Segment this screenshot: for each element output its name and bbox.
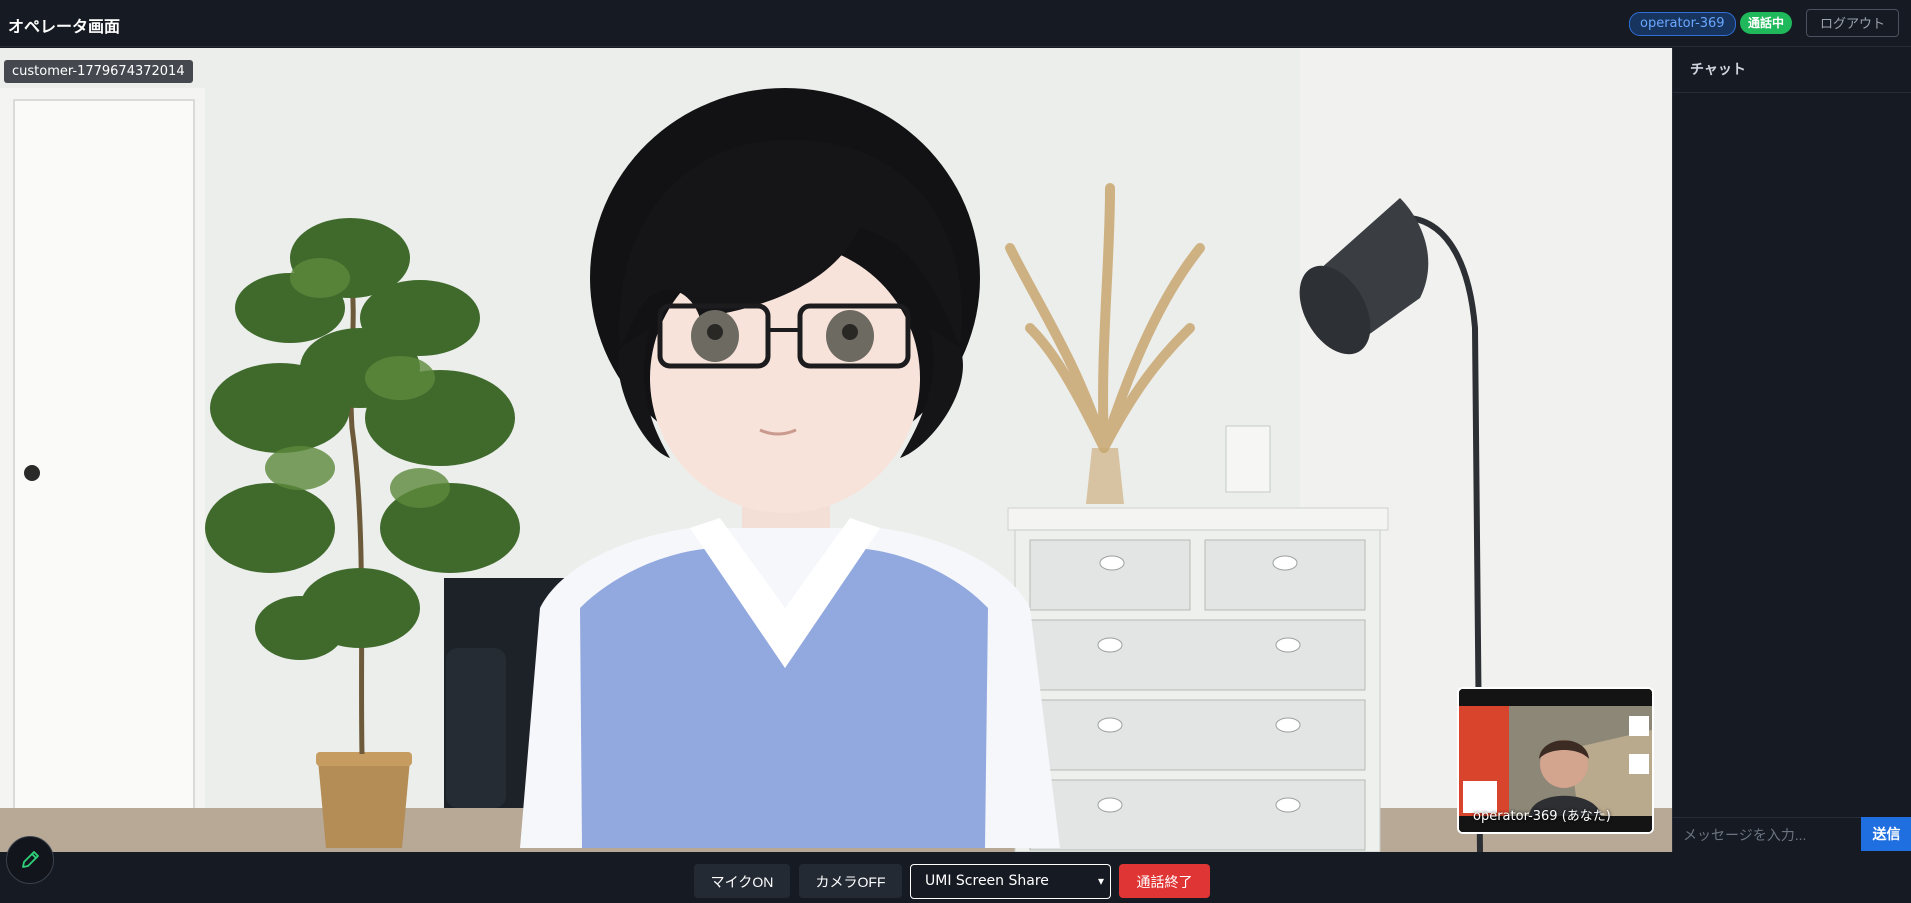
chat-panel: チャット 送信 — [1672, 48, 1911, 852]
pencil-icon — [22, 851, 39, 868]
chat-message-input[interactable] — [1673, 817, 1861, 851]
end-call-button[interactable]: 通話終了 — [1119, 864, 1210, 898]
chevron-down-icon: ▾ — [1097, 874, 1104, 888]
chat-message-list[interactable] — [1673, 93, 1911, 817]
operator-id-badge: operator-369 — [1629, 12, 1736, 36]
logout-button[interactable]: ログアウト — [1806, 9, 1899, 37]
screen-share-selected-value: UMI Screen Share — [925, 873, 1049, 889]
call-status-badge: 通話中 — [1740, 12, 1793, 34]
remote-participant-label: customer-1779674372014 — [4, 60, 193, 83]
screen-share-select[interactable]: UMI Screen Share ▾ — [910, 864, 1111, 899]
self-video-label: operator-369 (あなた) — [1473, 809, 1611, 824]
page-title: オペレータ画面 — [8, 17, 121, 36]
call-controls-bar: マイクON カメラOFF UMI Screen Share ▾ 通話終了 — [0, 852, 1911, 903]
remote-video-frame — [0, 48, 1672, 852]
chat-title: チャット — [1673, 48, 1911, 93]
top-bar: オペレータ画面 operator-369 通話中 ログアウト — [0, 0, 1911, 47]
self-video-preview[interactable]: operator-369 (あなた) — [1457, 687, 1654, 834]
camera-toggle-button[interactable]: カメラOFF — [799, 864, 902, 898]
remote-video: customer-1779674372014 — [0, 48, 1672, 852]
annotation-tool-button[interactable] — [6, 836, 54, 884]
send-button[interactable]: 送信 — [1861, 817, 1911, 851]
mic-toggle-button[interactable]: マイクON — [694, 864, 790, 898]
